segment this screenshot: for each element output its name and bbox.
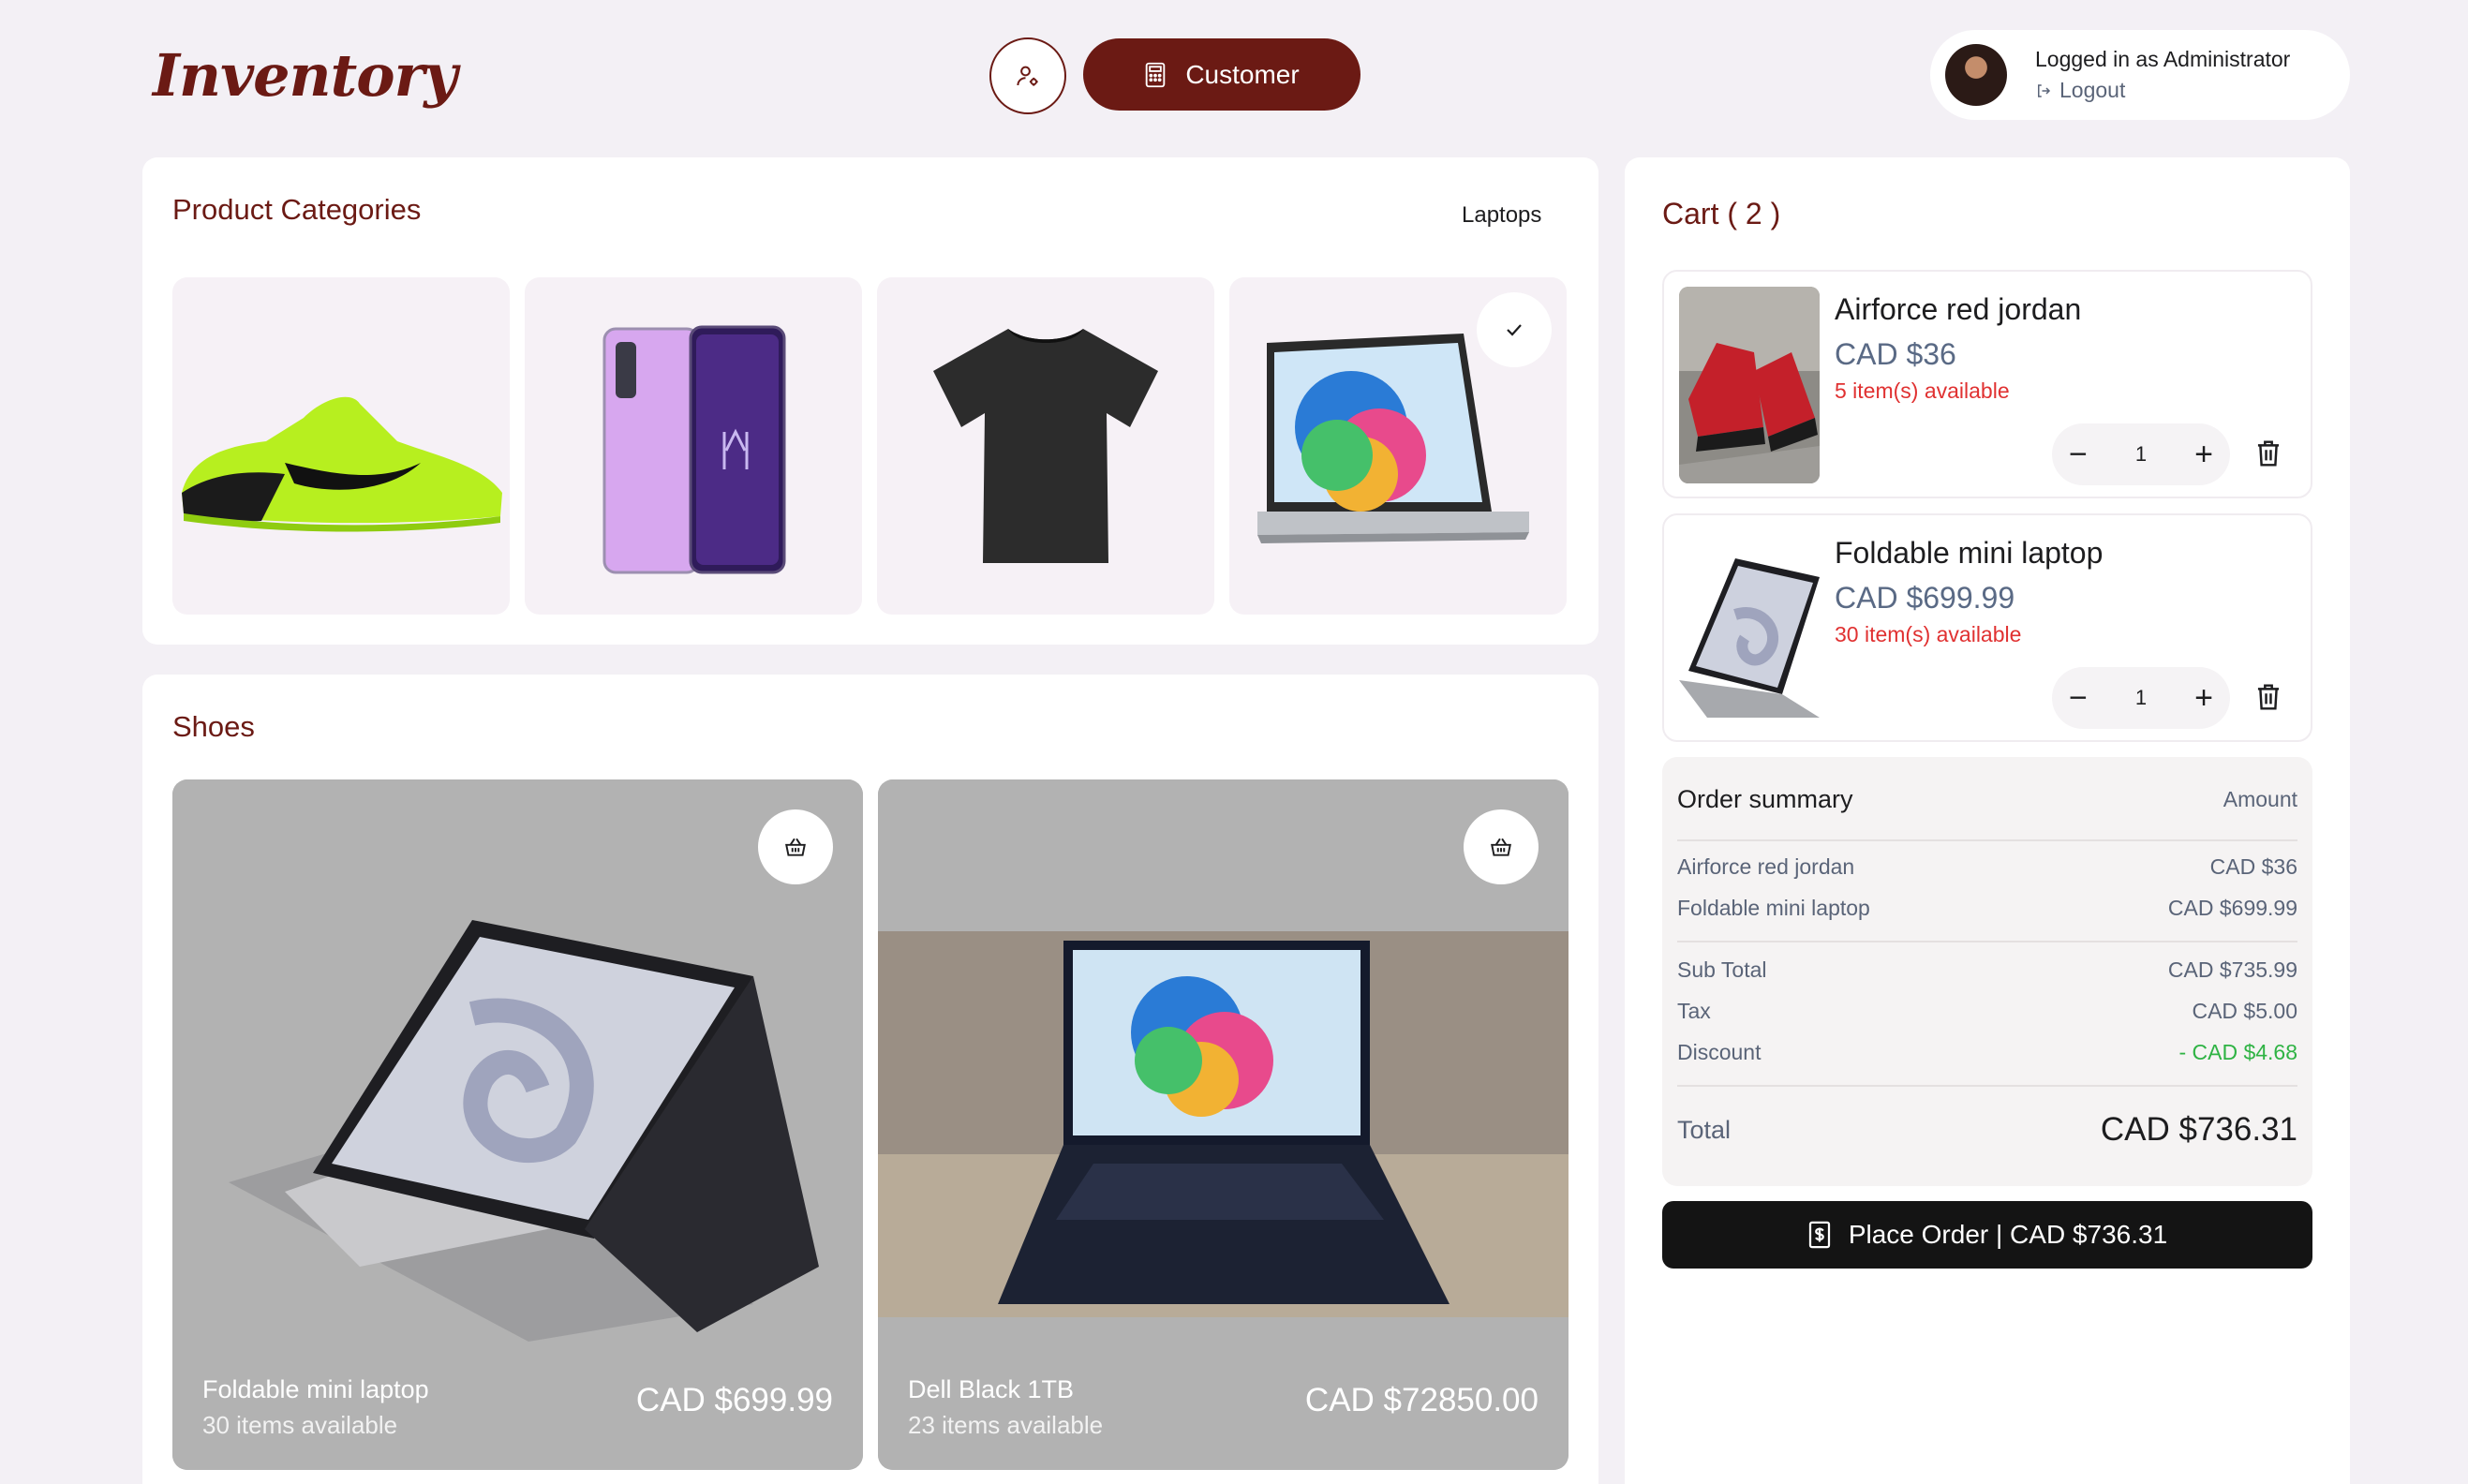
add-to-cart-button[interactable] xyxy=(758,809,833,884)
cart-item: Airforce red jordan CAD $36 5 item(s) av… xyxy=(1662,270,2312,498)
account-panel: Logged in as Administrator Logout xyxy=(1930,30,2350,120)
decrease-quantity-button[interactable]: − xyxy=(2069,438,2088,470)
logout-label: Logout xyxy=(2059,78,2126,102)
account-name: Logged in as Administrator xyxy=(2035,47,2291,71)
cart-item-name: Foldable mini laptop xyxy=(1835,536,2104,570)
cart-item-price: CAD $36 xyxy=(1835,337,1956,371)
category-tile-shoes[interactable] xyxy=(172,277,510,615)
laptop-photo xyxy=(1679,530,1820,727)
quantity-stepper: − 1 + xyxy=(2052,667,2230,729)
quantity-value: 1 xyxy=(2134,442,2148,466)
category-tile-laptops[interactable] xyxy=(1229,277,1567,615)
discount-label: Discount xyxy=(1677,1040,1762,1064)
user-settings-button[interactable] xyxy=(989,37,1066,114)
user-settings-icon xyxy=(1017,66,1038,86)
tshirt-image xyxy=(933,329,1158,563)
subtotal-value: CAD $735.99 xyxy=(2167,957,2297,982)
product-card[interactable]: Foldable mini laptop 30 items available … xyxy=(172,779,863,1470)
logout-link[interactable]: Logout xyxy=(2035,78,2290,103)
tax-value: CAD $5.00 xyxy=(2192,999,2297,1023)
calculator-icon xyxy=(1146,62,1166,87)
divider xyxy=(1677,839,2297,841)
summary-line-value: CAD $699.99 xyxy=(2167,896,2297,920)
cart-title: Cart ( 2 ) xyxy=(1662,197,1781,230)
summary-line-item: Airforce red jordan CAD $36 xyxy=(1677,854,2297,880)
cart-item-availability: 30 item(s) available xyxy=(1835,622,2022,646)
customer-button-label: Customer xyxy=(1185,59,1300,89)
product-image xyxy=(878,779,1569,1470)
summary-line-item: Foldable mini laptop CAD $699.99 xyxy=(1677,896,2297,921)
product-name: Foldable mini laptop xyxy=(202,1375,429,1403)
customer-button[interactable]: Customer xyxy=(1083,38,1360,111)
receipt-icon xyxy=(1808,1221,1830,1249)
quantity-value: 1 xyxy=(2134,686,2148,709)
remove-item-button[interactable] xyxy=(2254,682,2282,717)
amount-column-label: Amount xyxy=(2223,787,2297,811)
cart-item-availability: 5 item(s) available xyxy=(1835,378,2010,403)
check-icon xyxy=(1507,324,1522,336)
place-order-label: Place Order | CAD $736.31 xyxy=(1848,1220,2168,1249)
logout-icon xyxy=(2038,83,2051,97)
summary-line-value: CAD $36 xyxy=(2209,854,2297,879)
cart-item-name: Airforce red jordan xyxy=(1835,292,2082,326)
tax-row: Tax CAD $5.00 xyxy=(1677,999,2297,1024)
total-label: Total xyxy=(1677,1115,1732,1144)
total-value: CAD $736.31 xyxy=(2100,1111,2297,1148)
subtotal-label: Sub Total xyxy=(1677,957,1767,982)
order-summary-title: Order summary xyxy=(1677,785,1853,813)
decrease-quantity-button[interactable]: − xyxy=(2069,682,2088,714)
cart-item-image xyxy=(1679,287,1820,483)
cart-panel: Cart ( 2 ) Airforce red jordan CAD $36 5… xyxy=(1625,157,2350,1484)
product-price: CAD $699.99 xyxy=(635,1382,833,1418)
cart-item-price: CAD $699.99 xyxy=(1835,581,2015,615)
add-to-cart-button[interactable] xyxy=(1464,809,1539,884)
divider xyxy=(1677,1085,2297,1087)
order-summary: Order summary Amount Airforce red jordan… xyxy=(1662,757,2312,1186)
quantity-stepper: − 1 + xyxy=(2052,423,2230,485)
category-tile-phones[interactable] xyxy=(525,277,862,615)
listing-title: Shoes xyxy=(172,710,255,743)
product-price: CAD $72850.00 xyxy=(1304,1382,1539,1418)
app-logo: Inventory xyxy=(153,41,457,110)
selected-category-label: Laptops xyxy=(1462,202,1542,228)
cart-item-image xyxy=(1679,530,1820,727)
cart-item: Foldable mini laptop CAD $699.99 30 item… xyxy=(1662,513,2312,742)
phone-image xyxy=(602,325,786,574)
increase-quantity-button[interactable]: + xyxy=(2194,682,2213,714)
total-row: Total CAD $736.31 xyxy=(1677,1111,2297,1149)
sneaker-image xyxy=(182,396,502,532)
remove-item-button[interactable] xyxy=(2254,438,2282,473)
categories-card: Product Categories Laptops xyxy=(142,157,1598,645)
categories-title: Product Categories xyxy=(172,193,422,226)
discount-value: - CAD $4.68 xyxy=(2178,1040,2297,1064)
category-tile-tshirts[interactable] xyxy=(877,277,1214,615)
avatar xyxy=(1945,44,2007,106)
subtotal-row: Sub Total CAD $735.99 xyxy=(1677,957,2297,983)
tax-label: Tax xyxy=(1677,999,1711,1023)
sneaker-photo xyxy=(1679,287,1820,483)
discount-row: Discount - CAD $4.68 xyxy=(1677,1040,2297,1065)
divider xyxy=(1677,941,2297,942)
product-card[interactable]: Dell Black 1TB 23 items available CAD $7… xyxy=(878,779,1569,1470)
product-name: Dell Black 1TB xyxy=(908,1375,1075,1403)
trash-icon xyxy=(2257,440,2280,467)
summary-line-label: Foldable mini laptop xyxy=(1677,896,1870,920)
trash-icon xyxy=(2257,684,2280,710)
summary-line-label: Airforce red jordan xyxy=(1677,854,1855,879)
basket-icon xyxy=(1491,838,1511,856)
place-order-button[interactable]: Place Order | CAD $736.31 xyxy=(1662,1201,2312,1269)
product-image xyxy=(172,779,863,1470)
products-card: Shoes Foldable mini laptop 30 items avai… xyxy=(142,675,1598,1484)
selected-check xyxy=(1477,292,1552,367)
increase-quantity-button[interactable]: + xyxy=(2194,438,2213,470)
product-stock: 30 items available xyxy=(202,1411,398,1439)
product-stock: 23 items available xyxy=(908,1411,1104,1439)
basket-icon xyxy=(785,838,806,856)
